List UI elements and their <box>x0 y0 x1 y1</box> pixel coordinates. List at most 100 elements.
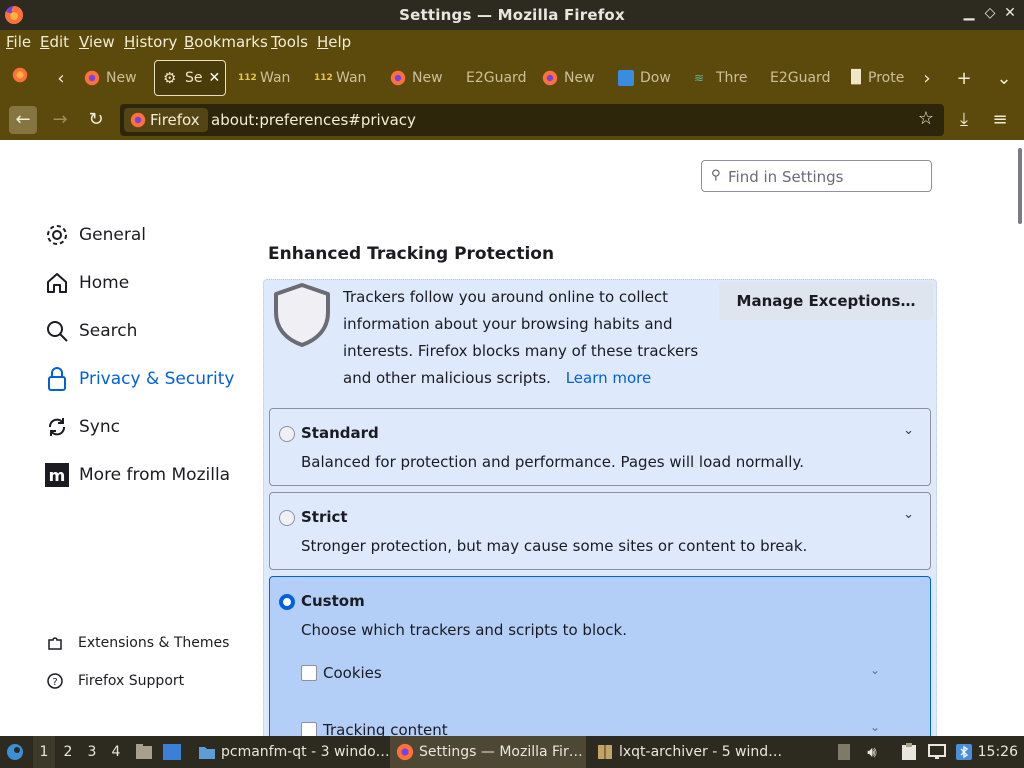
learn-more-link[interactable]: Learn more <box>566 369 652 387</box>
menu-file[interactable]: File <box>6 33 31 51</box>
tab[interactable]: E2Guard <box>770 60 832 96</box>
sync-icon <box>44 414 70 440</box>
mozilla-icon: m <box>44 462 70 488</box>
reload-button[interactable]: ↻ <box>82 106 110 134</box>
chevron-down-icon[interactable]: ⌄ <box>870 663 880 677</box>
search-input[interactable] <box>728 166 923 188</box>
strict-radio[interactable] <box>279 510 295 526</box>
sidebar-item-home[interactable]: Home <box>44 267 129 299</box>
task-firefox[interactable]: Settings — Mozilla Fir… <box>390 736 586 768</box>
112-icon: 112 <box>238 73 257 83</box>
firefox-view-icon[interactable] <box>8 66 32 89</box>
start-menu-icon[interactable] <box>4 736 26 768</box>
sidebar-firefox-support[interactable]: ? Firefox Support <box>46 670 184 692</box>
taskbar: 1 2 3 4 pcmanfm-qt - 3 windo… Settings —… <box>0 736 1024 768</box>
bookmark-star-icon[interactable]: ☆ <box>918 108 934 129</box>
cookies-checkbox[interactable] <box>301 665 317 681</box>
tab[interactable]: 112 Wan <box>314 60 376 96</box>
custom-radio[interactable] <box>279 594 295 610</box>
menu-bar: File Edit View History Bookmarks Tools H… <box>0 30 1024 56</box>
new-tab-icon[interactable]: + <box>952 68 976 89</box>
firefox-icon <box>396 743 414 761</box>
tab[interactable]: New <box>390 60 452 96</box>
menu-history[interactable]: History <box>124 33 177 51</box>
option-strict[interactable]: Strict Stronger protection, but may caus… <box>269 492 931 570</box>
tab[interactable]: ≋ Thre <box>694 60 756 96</box>
option-custom[interactable]: Custom Choose which trackers and scripts… <box>269 576 931 736</box>
tab[interactable]: E2Guard <box>466 60 528 96</box>
back-button[interactable]: ← <box>9 106 37 134</box>
tab[interactable]: ▐▌ Prote <box>846 60 908 96</box>
firefox-icon <box>84 70 100 86</box>
sidebar-item-search[interactable]: Search <box>44 315 137 347</box>
tray-icon[interactable] <box>834 736 854 768</box>
menu-tools[interactable]: Tools <box>271 33 308 51</box>
clock[interactable]: 15:26 <box>978 736 1018 768</box>
url-text[interactable]: about:preferences#privacy <box>211 111 416 129</box>
task-pcmanfm[interactable]: pcmanfm-qt - 3 windo… <box>192 736 388 768</box>
url-bar[interactable]: Firefox about:preferences#privacy ☆ <box>120 104 944 136</box>
sidebar-extensions-themes[interactable]: Extensions & Themes <box>46 632 229 654</box>
downloads-button[interactable]: ⤓ <box>950 106 978 134</box>
window-title: Settings — Mozilla Firefox <box>399 6 625 24</box>
workspace-3[interactable]: 3 <box>81 736 103 768</box>
chevron-down-icon[interactable]: ⌄ <box>903 507 914 522</box>
cookies-checkbox-row[interactable]: Cookies <box>301 663 382 683</box>
scroll-tabs-right-icon[interactable]: › <box>915 68 939 89</box>
menu-edit[interactable]: Edit <box>40 33 69 51</box>
file-manager-launcher-icon[interactable] <box>134 736 154 768</box>
desktop-icon[interactable] <box>162 736 182 768</box>
task-lxqt-archiver[interactable]: lxqt-archiver - 5 wind… <box>590 736 786 768</box>
chevron-down-icon[interactable]: ⌄ <box>992 68 1016 89</box>
chevron-down-icon[interactable]: ⌄ <box>903 423 914 438</box>
puzzle-icon <box>46 634 64 652</box>
chevron-down-icon[interactable]: ⌄ <box>870 720 880 734</box>
tab[interactable]: New <box>84 60 146 96</box>
chart-icon: ▐▌ <box>846 70 866 85</box>
sidebar-item-general[interactable]: General <box>44 219 146 251</box>
workspace-2[interactable]: 2 <box>57 736 79 768</box>
svg-text:m: m <box>49 466 66 485</box>
close-window-icon[interactable]: ✕ <box>1001 5 1019 21</box>
scroll-tabs-left-icon[interactable]: ‹ <box>49 68 73 89</box>
shield-icon <box>274 283 330 347</box>
network-icon[interactable] <box>926 736 948 768</box>
scrollbar[interactable] <box>1018 148 1022 224</box>
close-tab-icon[interactable]: ✕ <box>209 70 221 86</box>
help-icon: ? <box>46 672 64 690</box>
menu-help[interactable]: Help <box>317 33 351 51</box>
workspace-1[interactable]: 1 <box>33 736 55 768</box>
home-icon <box>44 270 70 296</box>
bluetooth-icon[interactable] <box>954 736 974 768</box>
volume-icon[interactable]: 🔊︎ <box>862 736 882 768</box>
section-title: Enhanced Tracking Protection <box>268 244 555 264</box>
tracking-content-checkbox-row[interactable]: Tracking content <box>301 720 448 736</box>
folder-icon <box>199 747 215 759</box>
threads-icon: ≋ <box>694 71 705 85</box>
firefox-icon <box>130 112 146 128</box>
search-icon: ⚲ <box>711 168 721 183</box>
standard-radio[interactable] <box>279 426 295 442</box>
tab[interactable]: 112 Wan <box>238 60 300 96</box>
tab[interactable]: Dow <box>618 60 680 96</box>
sidebar-item-privacy[interactable]: Privacy & Security <box>44 363 234 395</box>
menu-view[interactable]: View <box>79 33 115 51</box>
find-in-settings[interactable]: ⚲ <box>701 160 932 192</box>
tab-settings[interactable]: ⚙ Se ✕ <box>154 60 226 96</box>
restore-icon[interactable]: ◇ <box>981 5 999 21</box>
gear-icon <box>44 222 70 248</box>
minimize-icon[interactable]: ▁ <box>960 5 978 21</box>
workspace-4[interactable]: 4 <box>105 736 127 768</box>
sidebar-item-more-from-mozilla[interactable]: m More from Mozilla <box>44 459 230 491</box>
clipboard-icon[interactable] <box>898 736 920 768</box>
etp-panel: Trackers follow you around online to col… <box>263 279 937 736</box>
menu-bookmarks[interactable]: Bookmarks <box>184 33 268 51</box>
app-menu-button[interactable]: ≡ <box>986 106 1014 134</box>
identity-box[interactable]: Firefox <box>124 108 208 132</box>
manage-exceptions-button[interactable]: Manage Exceptions… <box>719 282 933 320</box>
option-standard[interactable]: Standard Balanced for protection and per… <box>269 408 931 486</box>
forward-button[interactable]: → <box>46 106 74 134</box>
tracking-content-checkbox[interactable] <box>301 722 317 736</box>
sidebar-item-sync[interactable]: Sync <box>44 411 120 443</box>
tab[interactable]: New <box>542 60 604 96</box>
